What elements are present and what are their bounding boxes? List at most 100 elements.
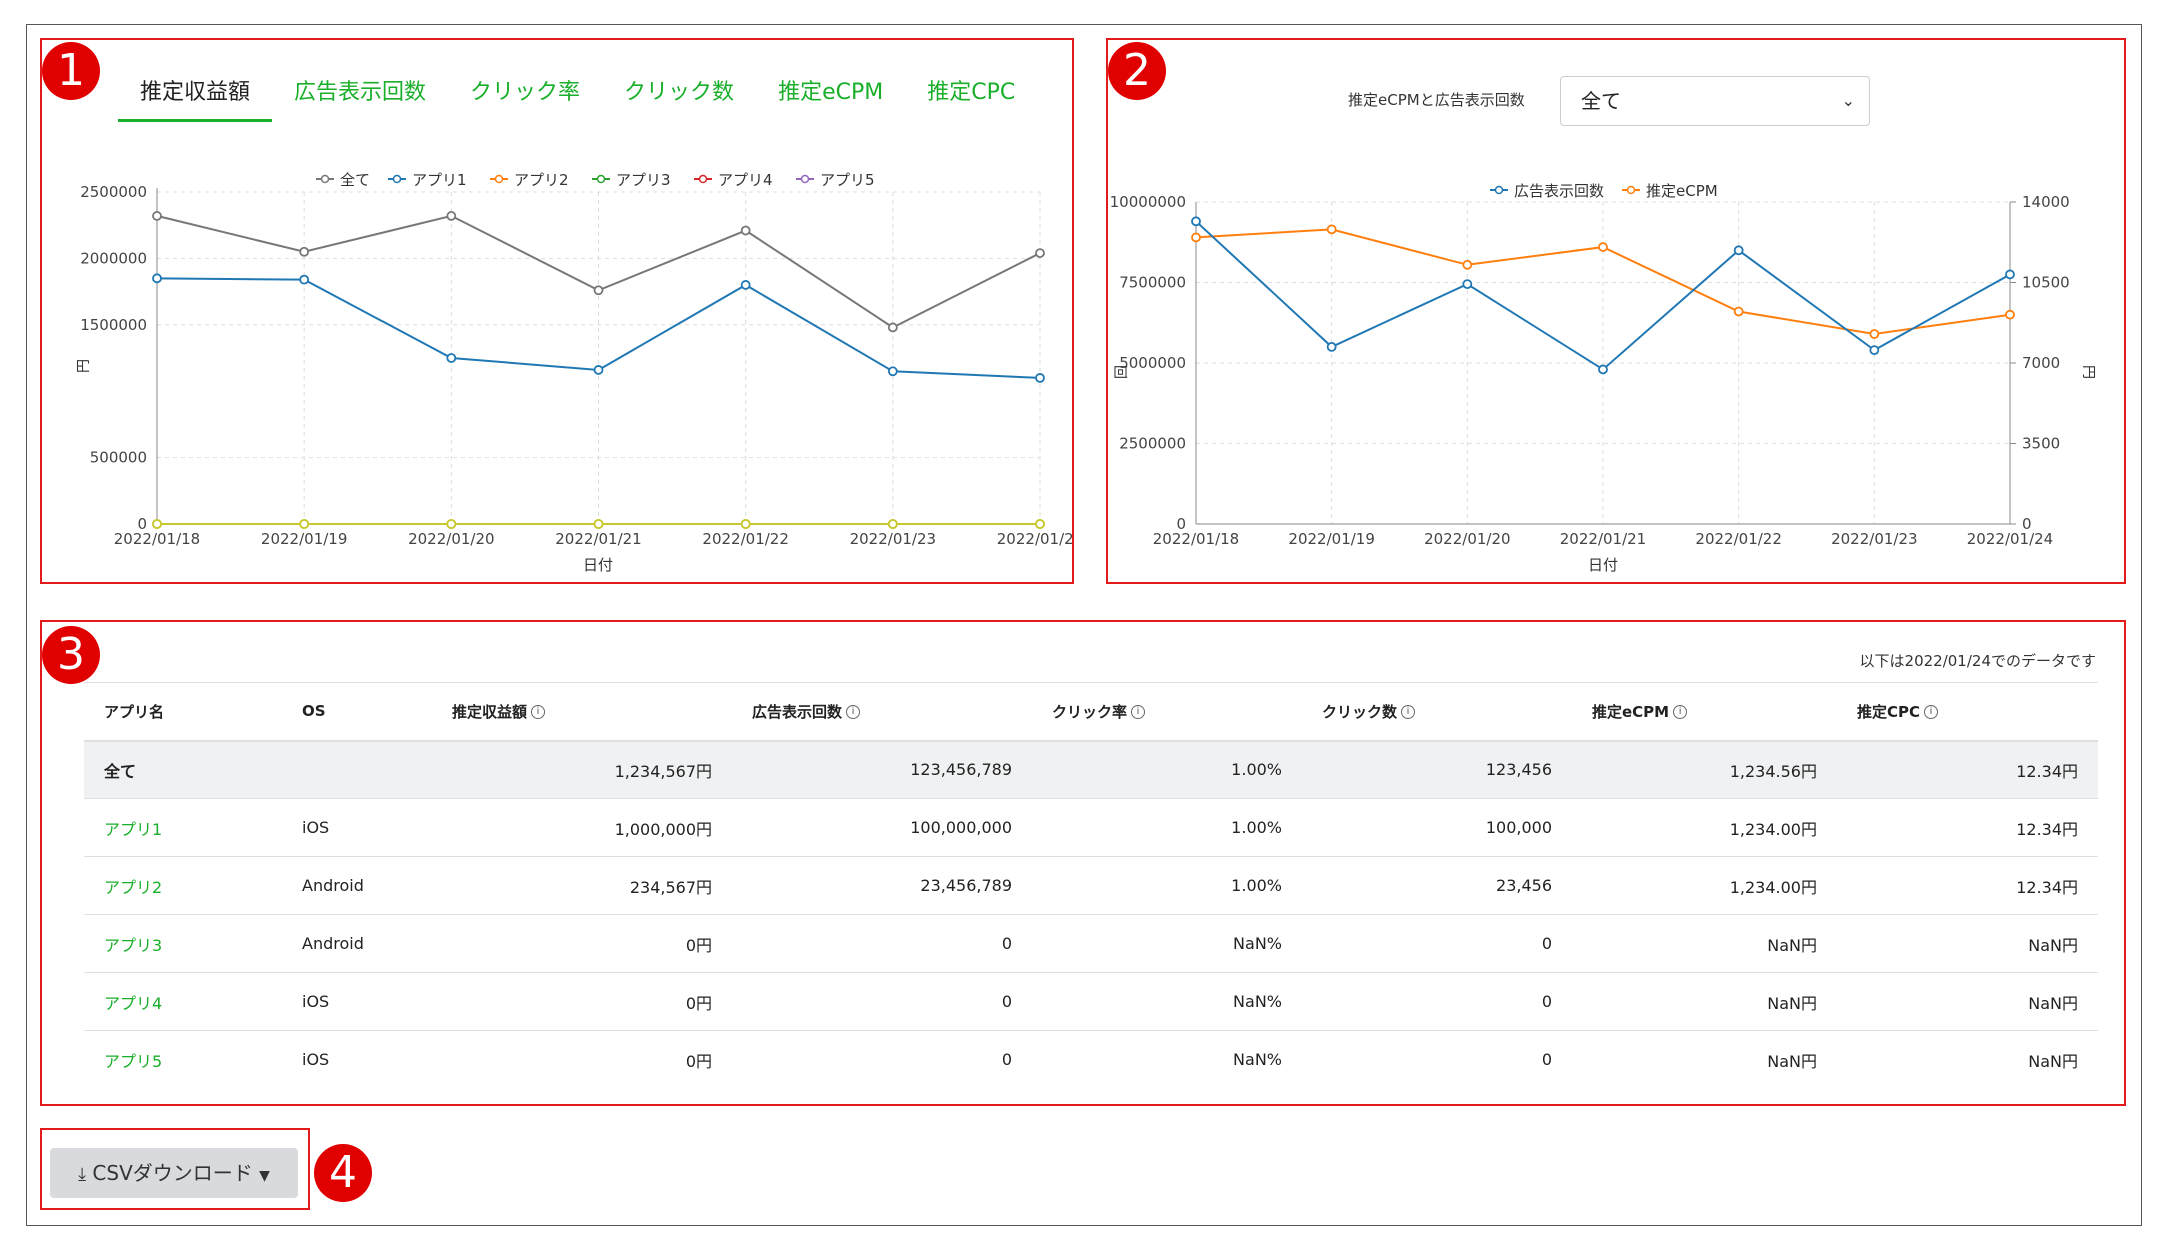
y-tick-label: 2000000 (80, 249, 147, 267)
cell-os: iOS (282, 972, 432, 1031)
cell-app-name: 全て (84, 740, 282, 799)
legend-item: アプリ3 (592, 171, 671, 189)
cell-clicks: 123,456 (1302, 740, 1572, 799)
cell-impressions: 0 (732, 972, 1032, 1031)
y-axis-title: 円 (76, 359, 92, 373)
cell-clicks: 0 (1302, 1030, 1572, 1089)
cell-clicks: 0 (1302, 972, 1572, 1031)
header-impressions: 広告表示回数 i (732, 682, 1032, 742)
header-app-name: アプリ名 (84, 682, 282, 742)
table-row: アプリ2 Android 234,567円 23,456,789 1.00% 2… (84, 856, 2098, 915)
data-point (887, 366, 898, 377)
legend-marker (392, 174, 402, 184)
x-tick-label: 2022/01/23 (850, 530, 936, 548)
info-icon[interactable]: i (846, 705, 861, 720)
header-ecpm: 推定eCPM i (1572, 682, 1837, 742)
legend-label: 全て (340, 171, 370, 189)
csv-download-button[interactable]: ⤓ CSVダウンロード ▼ (50, 1148, 298, 1198)
cell-ecpm: NaN円 (1572, 972, 1837, 1031)
cell-cpc: 12.34円 (1837, 798, 2098, 857)
legend-label: アプリ4 (718, 171, 773, 189)
legend-item: アプリ4 (694, 171, 773, 189)
data-point (152, 211, 162, 221)
cell-revenue: 1,000,000円 (432, 798, 732, 857)
cell-revenue: 0円 (432, 1030, 732, 1089)
app-select[interactable]: 全て ⌄ (1560, 76, 1870, 126)
cell-os: Android (282, 856, 432, 915)
y-tick-label: 1500000 (80, 316, 147, 334)
data-point (593, 285, 604, 296)
x-tick-label: 2022/01/24 (997, 530, 1074, 548)
cell-impressions: 0 (732, 1030, 1032, 1089)
app-link[interactable]: アプリ4 (84, 972, 282, 1031)
legend-label: アプリ1 (412, 171, 467, 189)
header-ctr: クリック率 i (1032, 682, 1302, 742)
cell-ctr: 1.00% (1032, 798, 1302, 857)
info-icon[interactable]: i (1401, 705, 1416, 720)
data-point (740, 225, 751, 236)
cell-revenue: 234,567円 (432, 856, 732, 915)
legend-marker (320, 174, 330, 184)
cell-os: Android (282, 914, 432, 973)
cell-cpc: 12.34円 (1837, 856, 2098, 915)
data-point (887, 322, 898, 333)
data-point (593, 519, 604, 529)
cell-cpc: NaN円 (1837, 1030, 2098, 1089)
data-point (299, 519, 310, 529)
data-point (152, 273, 162, 284)
info-icon[interactable]: i (1131, 705, 1146, 720)
legend-marker (800, 174, 810, 184)
cell-ecpm: NaN円 (1572, 914, 1837, 973)
callout-badge-2: 2 (1108, 42, 1166, 100)
y-tick-label: 500000 (90, 449, 147, 467)
data-point (740, 519, 751, 529)
header-os: OS (282, 682, 432, 742)
chevron-down-icon: ⌄ (1841, 91, 1855, 110)
app-link[interactable]: アプリ2 (84, 856, 282, 915)
data-point (1035, 373, 1045, 383)
legend-item: アプリ1 (388, 171, 467, 189)
data-point (299, 274, 310, 285)
caret-down-icon: ▼ (259, 1168, 270, 1184)
app-link[interactable]: アプリ3 (84, 914, 282, 973)
cell-clicks: 100,000 (1302, 798, 1572, 857)
cell-ecpm: NaN円 (1572, 1030, 1837, 1089)
info-icon[interactable]: i (531, 705, 546, 720)
data-point (740, 280, 751, 290)
app-link[interactable]: アプリ1 (84, 798, 282, 857)
cell-revenue: 0円 (432, 972, 732, 1031)
app-stats-table: アプリ名 OS 推定収益額 i 広告表示回数 i クリック率 i クリック数 i 推定e… (84, 682, 2098, 1089)
legend-label: アプリ2 (514, 171, 569, 189)
cell-impressions: 23,456,789 (732, 856, 1032, 915)
cell-revenue: 0円 (432, 914, 732, 973)
info-icon[interactable]: i (1924, 705, 1939, 720)
table-row: アプリ3 Android 0円 0 NaN% 0 NaN円 NaN円 (84, 914, 2098, 973)
table-row: アプリ1 iOS 1,000,000円 100,000,000 1.00% 10… (84, 798, 2098, 857)
cell-ctr: NaN% (1032, 972, 1302, 1031)
app-select-value: 全て (1581, 89, 1621, 113)
table-header-row: アプリ名 OS 推定収益額 i 広告表示回数 i クリック率 i クリック数 i 推定e… (84, 682, 2098, 742)
legend-marker (596, 174, 606, 184)
selector-label: 推定eCPMと広告表示回数 (1348, 91, 1525, 109)
app-link[interactable]: アプリ5 (84, 1030, 282, 1089)
legend-marker (494, 174, 504, 184)
data-point (887, 519, 898, 529)
cell-revenue: 1,234,567円 (432, 740, 732, 799)
legend-label: アプリ3 (616, 171, 671, 189)
table-row-total: 全て 1,234,567円 123,456,789 1.00% 123,456 … (84, 740, 2098, 799)
cell-ecpm: 1,234.00円 (1572, 798, 1837, 857)
cell-impressions: 100,000,000 (732, 798, 1032, 857)
info-icon[interactable]: i (1673, 705, 1688, 720)
x-tick-label: 2022/01/18 (114, 530, 200, 548)
cell-ctr: 1.00% (1032, 856, 1302, 915)
cell-clicks: 23,456 (1302, 856, 1572, 915)
cell-clicks: 0 (1302, 914, 1572, 973)
legend-item: アプリ5 (796, 171, 875, 189)
cell-cpc: 12.34円 (1837, 740, 2098, 799)
cell-ecpm: 1,234.00円 (1572, 856, 1837, 915)
download-icon: ⤓ (78, 1164, 87, 1185)
legend-marker (698, 174, 708, 184)
cell-os (282, 740, 432, 799)
data-point (446, 519, 457, 529)
data-point (446, 211, 457, 221)
